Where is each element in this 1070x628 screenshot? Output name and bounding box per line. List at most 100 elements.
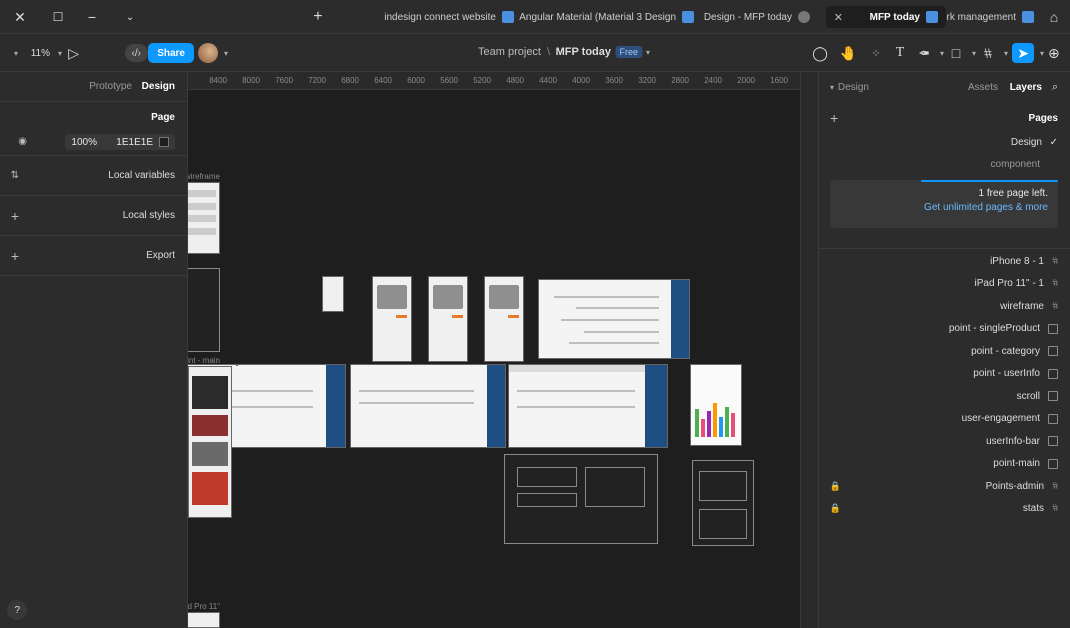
pen-tool-icon[interactable]: ✒ [914,43,934,63]
layer-item[interactable]: # iPhone 8 - 1 [818,252,1070,270]
figma-file-icon [798,11,810,23]
add-page-icon[interactable]: + [830,110,838,126]
frame-iphone-8[interactable] [322,276,344,312]
layer-item[interactable]: # Points-admin 🔒 [818,477,1070,495]
layer-item[interactable]: user-engagement [818,410,1070,428]
layer-item[interactable]: # stats 🔒 [818,500,1070,518]
frame-point-singleproduct[interactable] [538,279,690,359]
upgrade-link[interactable]: Get unlimited pages & more [924,202,1048,213]
color-swatch[interactable] [159,137,169,147]
page-item-design[interactable]: ✓ Design [818,134,1070,150]
local-variables-row[interactable]: Local variables ⇅ [0,156,187,196]
lock-icon[interactable]: 🔒 [830,481,841,492]
frame-tool-icon[interactable]: # [978,43,998,63]
project-name[interactable]: Team project [478,46,541,58]
section-icon [1048,368,1058,379]
page-selector[interactable]: Design [838,82,869,93]
text-tool-icon[interactable]: T [890,43,910,63]
pages-title: Pages [1028,112,1058,124]
rectangle-tool-icon[interactable]: □ [946,43,966,63]
page-item-component[interactable]: component [818,156,1070,172]
tab-work-management[interactable]: work management [934,6,1042,28]
dev-mode-toggle[interactable]: ‹/› [124,44,148,62]
ruler-tick-label: 6800 [341,76,359,85]
resources-icon[interactable]: ⁘ [866,43,886,63]
file-name[interactable]: MFP today [556,46,611,58]
frame-ipad-strip[interactable] [188,366,232,518]
layer-label: wireframe [1000,300,1045,312]
window-close-icon[interactable]: ✕ [10,7,30,27]
section-icon [1048,323,1058,334]
layer-item[interactable]: # wireframe [818,297,1070,315]
new-tab-icon[interactable]: + [308,7,328,27]
lock-icon[interactable]: 🔒 [830,503,841,514]
tab-layers[interactable]: Layers [1010,82,1042,93]
layer-item[interactable]: userInfo-bar [818,432,1070,450]
layer-label: Points-admin [986,480,1045,492]
design-panel: Design Prototype Page 1E1E1E 100% ◉ Loca… [0,72,188,628]
add-style-icon[interactable]: + [11,208,19,224]
move-tool-icon[interactable]: ➤ [1012,43,1034,63]
tab-mfp-today[interactable]: MFP today ✕ [826,6,946,28]
file-menu-chevron-icon[interactable]: ▾ [646,48,650,57]
tab-indesign-connect[interactable]: indesign connect website [326,6,522,28]
layer-item[interactable]: scroll [818,387,1070,405]
layer-item[interactable]: point - userInfo [818,365,1070,383]
hand-tool-icon[interactable]: ✋ [838,43,858,63]
layer-item[interactable]: # iPad Pro 11" - 1 [818,275,1070,293]
variables-icon[interactable]: ⇅ [11,170,19,181]
frame-point-userinfo[interactable] [428,276,468,362]
close-icon[interactable]: ✕ [834,11,843,24]
ruler-tick-label: 3600 [605,76,623,85]
ruler-tick-label: 7200 [308,76,326,85]
frame-sketch-tall[interactable] [188,268,220,352]
browser-tab-bar: ⌂ work management MFP today ✕ Design - M… [0,0,1070,34]
home-icon[interactable]: ⌂ [1044,7,1064,27]
layer-item[interactable]: point - singleProduct [818,320,1070,338]
export-row[interactable]: Export + [0,236,187,276]
frame-point-category[interactable] [484,276,524,362]
help-icon[interactable]: ? [7,600,27,620]
frame-wireframe-list[interactable] [188,182,220,254]
frame-userinfo-bar[interactable] [350,364,506,448]
layer-label: scroll [1016,390,1040,402]
share-button[interactable]: Share [148,43,194,63]
avatar[interactable] [198,43,218,63]
layer-item[interactable]: point - category [818,342,1070,360]
frame-stats[interactable] [690,364,742,446]
search-icon[interactable]: ⌕ [1052,81,1058,94]
frame-scroll[interactable] [372,276,412,362]
page-fill-field[interactable]: 1E1E1E 100% [65,134,175,150]
layer-label: iPad Pro 11" - 1 [974,278,1045,289]
maximize-icon[interactable]: ☐ [48,7,68,27]
frame-wireframe-sketch[interactable] [504,454,658,544]
local-styles-row[interactable]: Local styles + [0,196,187,236]
comment-icon[interactable]: ◯ [810,43,830,63]
check-icon: ✓ [1049,136,1058,148]
frame-points-admin-sketch[interactable] [692,460,754,546]
add-export-icon[interactable]: + [11,248,19,264]
frame-ipad-pro[interactable] [188,612,220,628]
section-icon [1048,458,1058,469]
tab-design[interactable]: Design [142,81,175,92]
chevron-down-icon[interactable]: ⌄ [120,7,140,27]
main-menu-icon[interactable]: ⊕ [1044,43,1064,63]
layer-label: point - category [971,345,1040,357]
section-icon [1048,391,1058,401]
ruler-tick-label: 1600 [770,76,788,85]
frame-user-engagement[interactable] [508,364,668,448]
layer-item[interactable]: point-main [818,455,1070,473]
tab-design-mfp-today[interactable]: Design - MFP today [704,6,818,28]
minimize-icon[interactable]: − [82,7,102,27]
eye-icon[interactable]: ◉ [18,136,27,147]
tab-prototype[interactable]: Prototype [89,81,132,92]
tab-angular-material[interactable]: Angular Material (Material 3 Design [519,6,702,28]
zoom-level[interactable]: 11% [30,43,50,63]
play-icon[interactable]: ▷ [64,43,84,63]
editor-toolbar: ⊕ ▾ ➤ ▾ # ▾ □ ▾ ✒ T ⁘ ✋ ◯ ▾ Free MFP tod… [0,34,1070,72]
canvas[interactable]: 1600 2000 2400 2800 3200 3600 4000 4400 4800 5200… [188,72,818,628]
frame-icon: # [1052,278,1058,289]
tab-assets[interactable]: Assets [968,82,998,93]
breadcrumb: ▾ Free MFP today / Team project [478,46,650,58]
frame-icon: # [1052,255,1058,267]
